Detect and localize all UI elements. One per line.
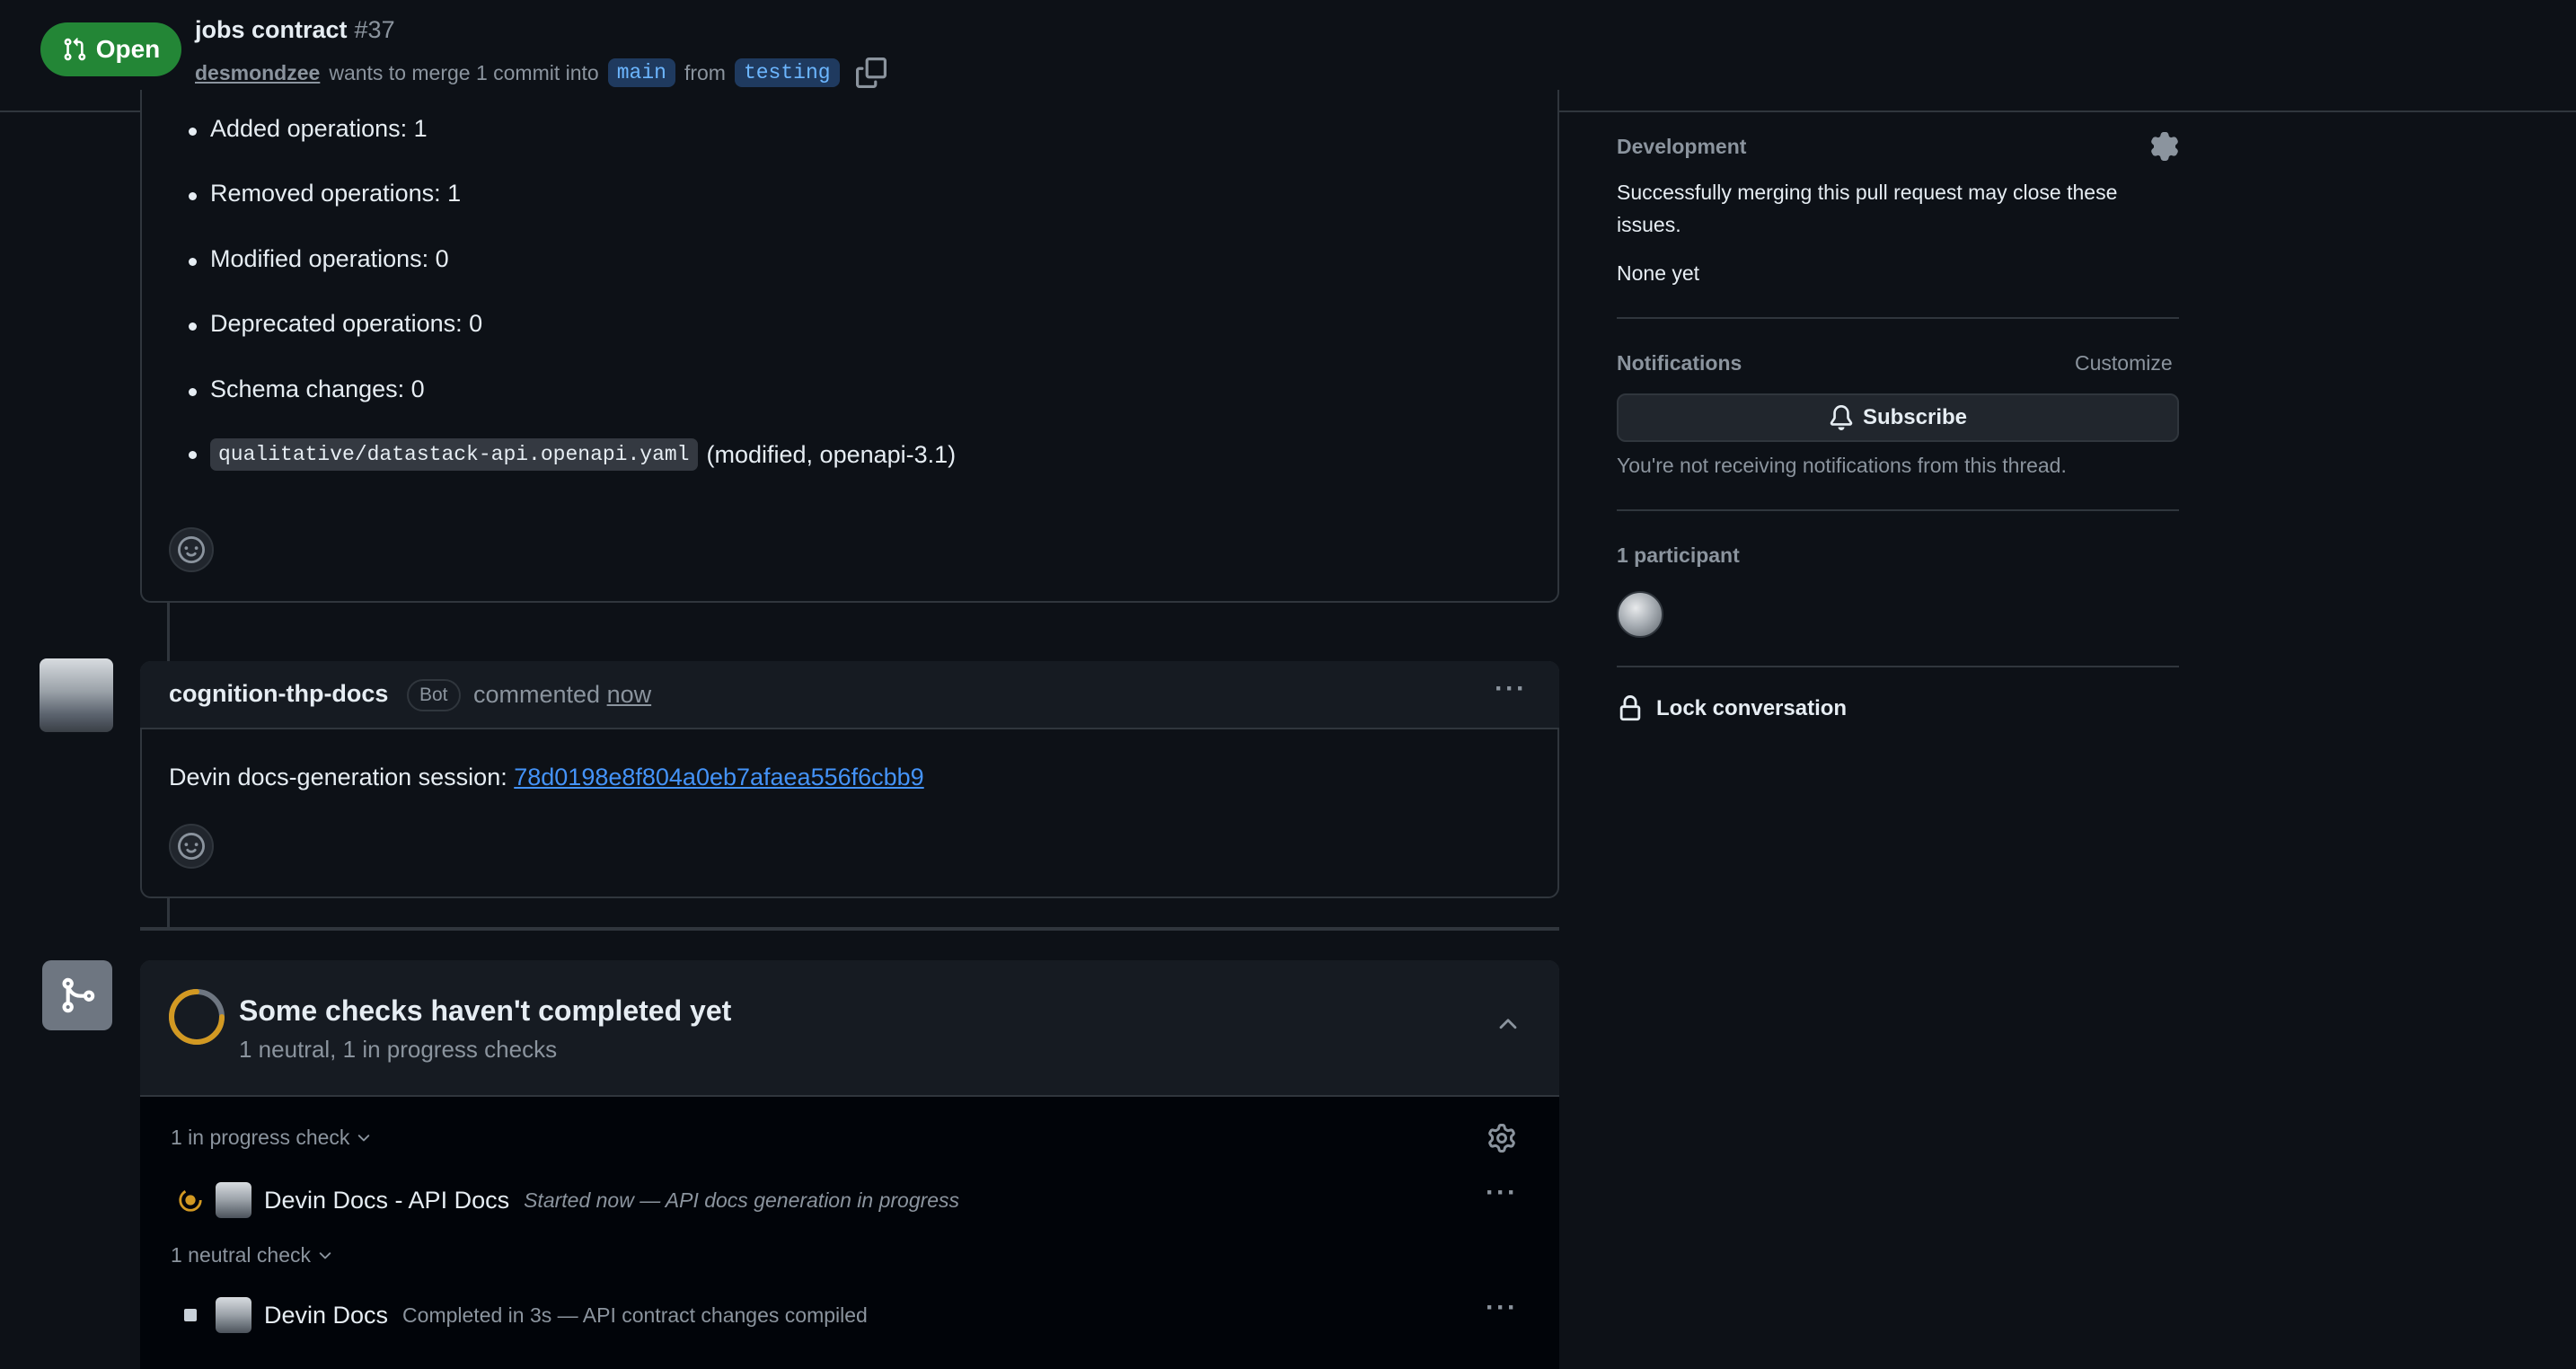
customize-link[interactable]: Customize [2075, 351, 2173, 375]
check-name: Devin Docs - API Docs [264, 1186, 510, 1214]
list-item: Added operations: 1 [189, 115, 428, 142]
add-reaction-button[interactable] [169, 527, 214, 572]
development-description: Successfully merging this pull request m… [1617, 181, 2118, 236]
copy-icon[interactable] [855, 57, 887, 88]
chevron-up-icon[interactable] [1495, 1011, 1522, 1038]
check-options-icon[interactable]: ··· [1486, 1293, 1518, 1323]
pr-number: #37 [354, 16, 395, 43]
pull-request-icon [64, 38, 85, 61]
file-note: (modified, openapi-3.1) [706, 440, 957, 468]
base-branch[interactable]: main [607, 58, 675, 87]
timeline-connector [167, 603, 170, 662]
gear-icon[interactable] [1487, 1124, 1516, 1153]
from-text: from [684, 60, 726, 84]
gear-icon[interactable] [2150, 132, 2179, 161]
add-reaction-button[interactable] [169, 824, 214, 869]
timeline-connector [167, 897, 170, 930]
check-description: Started now — API docs generation in pro… [524, 1188, 960, 1212]
smiley-icon [178, 833, 205, 860]
lock-label: Lock conversation [1656, 696, 1848, 720]
subscribe-label: Subscribe [1862, 405, 1968, 429]
in-progress-spinner-icon [169, 989, 225, 1045]
pr-title-text: jobs contract [195, 16, 348, 43]
comment-body: Devin docs-generation session: 78d0198e8… [169, 764, 924, 791]
checks-header[interactable]: Some checks haven't completed yet 1 neut… [140, 960, 1559, 1097]
chevron-down-icon [358, 1134, 370, 1141]
sidebar-divider [1617, 509, 2179, 511]
comment-action-text: commented [473, 681, 601, 708]
sidebar-divider [1617, 666, 2179, 667]
in-progress-dot-icon [176, 1186, 205, 1214]
check-group-label: 1 in progress check [171, 1126, 350, 1149]
neutral-square-icon [176, 1301, 205, 1329]
checks-title: Some checks haven't completed yet [239, 994, 732, 1027]
check-options-icon[interactable]: ··· [1486, 1178, 1518, 1208]
bot-comment-header: cognition-thp-docs Bot commented now ··· [140, 661, 1559, 729]
lock-conversation-button[interactable]: Lock conversation [1617, 695, 1847, 722]
participant-avatar[interactable] [1617, 591, 1663, 638]
check-group-toggle[interactable]: 1 in progress check [171, 1126, 373, 1150]
development-none: None yet [1617, 261, 1700, 285]
check-app-avatar [216, 1297, 251, 1333]
lock-icon [1619, 695, 1641, 721]
list-item: Modified operations: 0 [189, 245, 449, 272]
check-name: Devin Docs [264, 1301, 389, 1329]
checks-list: 1 in progress check Devin Docs - API Doc… [140, 1097, 1559, 1369]
check-group-toggle[interactable]: 1 neutral check [171, 1243, 334, 1267]
development-label: Development [1617, 135, 1747, 158]
bot-badge: Bot [407, 679, 461, 711]
subscribe-button[interactable]: Subscribe [1617, 393, 2179, 442]
pr-title: jobs contract #37 [195, 16, 395, 44]
pr-state-label: Open [95, 35, 161, 63]
summary-comment-box [140, 90, 1559, 603]
file-path-code: qualitative/datastack-api.openapi.yaml [210, 438, 698, 471]
commenter-name[interactable]: cognition-thp-docs [169, 680, 388, 708]
check-row[interactable]: Devin Docs Completed in 3s — API contrac… [176, 1295, 868, 1335]
comment-action: commented now [473, 681, 651, 709]
comment-timestamp[interactable]: now [607, 681, 652, 708]
checks-subtitle: 1 neutral, 1 in progress checks [239, 1036, 558, 1063]
smiley-icon [178, 536, 205, 563]
pr-author-link[interactable]: desmondzee [195, 61, 320, 85]
bot-avatar[interactable] [40, 658, 113, 732]
chevron-down-icon [319, 1251, 331, 1259]
comment-body-text: Devin docs-generation session: [169, 764, 507, 790]
timeline-divider [140, 927, 1559, 931]
comment-options-icon[interactable]: ··· [1495, 674, 1527, 704]
sidebar-divider [1617, 317, 2179, 319]
participants-label: 1 participant [1617, 543, 1740, 567]
check-row[interactable]: Devin Docs - API Docs Started now — API … [176, 1180, 959, 1220]
check-description: Completed in 3s — API contract changes c… [402, 1303, 868, 1327]
git-merge-icon [62, 977, 95, 1013]
head-branch[interactable]: testing [734, 58, 840, 87]
merge-status-icon-box [42, 960, 112, 1030]
check-app-avatar [216, 1182, 251, 1218]
session-link[interactable]: 78d0198e8f804a0eb7afaea556f6cbb9 [514, 764, 923, 790]
notifications-label: Notifications [1617, 351, 1742, 375]
list-item: Deprecated operations: 0 [188, 310, 483, 337]
check-group-label: 1 neutral check [171, 1243, 311, 1267]
bell-icon [1830, 405, 1853, 430]
notifications-note: You're not receiving notifications from … [1617, 454, 2067, 477]
merge-text: wants to merge 1 commit into [329, 60, 599, 84]
list-item: Removed operations: 1 [188, 180, 462, 207]
list-item: Schema changes: 0 [189, 375, 425, 402]
pr-state-badge: Open [40, 22, 181, 76]
pr-merge-info: desmondzee wants to merge 1 commit into … [195, 57, 887, 88]
list-item-file: qualitative/datastack-api.openapi.yaml (… [188, 438, 957, 471]
